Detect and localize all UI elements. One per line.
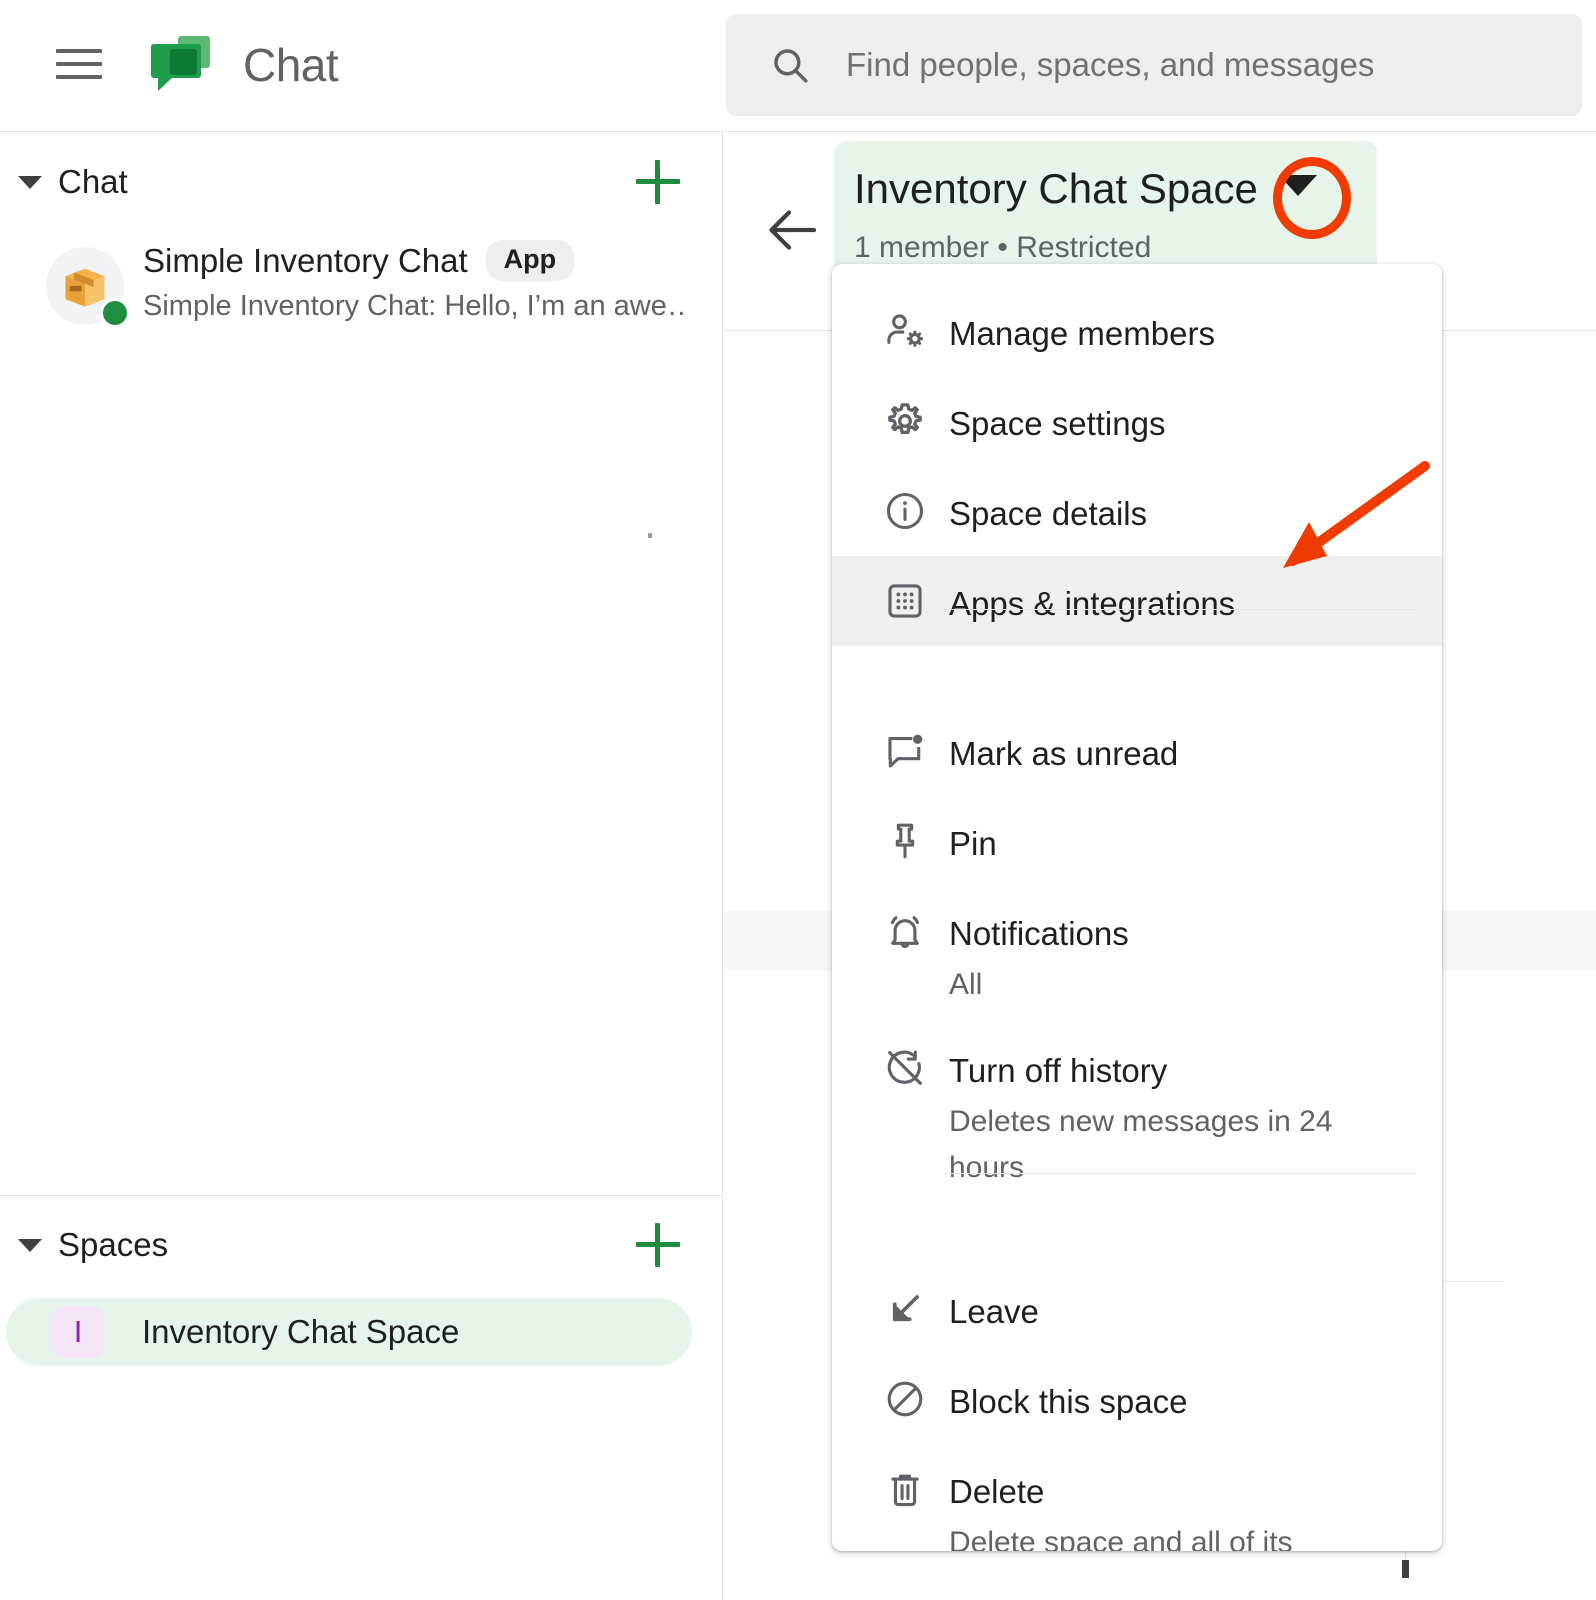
list-item-snippet: Simple Inventory Chat: Hello, I’m an awe… — [143, 290, 688, 323]
sidebar-divider — [0, 1195, 722, 1196]
space-options-menu: Manage members Space settings Space deta… — [832, 264, 1442, 1551]
background-glyph — [1402, 1560, 1409, 1578]
app-title: Chat — [243, 38, 338, 92]
block-circle-icon — [881, 1375, 929, 1423]
chevron-down-icon[interactable] — [1279, 175, 1317, 196]
menu-item-mark-as-unread[interactable]: Mark as unread — [832, 706, 1442, 796]
new-chat-plus-icon[interactable] — [636, 160, 680, 204]
menu-item-sublabel: All — [949, 962, 1349, 1008]
list-item-name: Simple Inventory Chat — [143, 242, 468, 280]
search-bar[interactable] — [726, 14, 1582, 116]
hamburger-menu-icon[interactable] — [56, 44, 104, 84]
sidebar-speck — [648, 533, 652, 538]
menu-item-label: Turn off history — [949, 1052, 1167, 1090]
space-avatar: I — [52, 1306, 104, 1358]
app-badge: App — [486, 240, 574, 281]
menu-item-label: Notifications — [949, 915, 1129, 953]
menu-item-label: Leave — [949, 1293, 1039, 1331]
space-header-chip[interactable]: Inventory Chat Space 1 member • Restrict… — [834, 141, 1377, 280]
menu-item-label: Space settings — [949, 405, 1165, 443]
menu-item-apps-and-integrations[interactable]: Apps & integrations — [832, 556, 1442, 646]
menu-item-space-details[interactable]: Space details — [832, 466, 1442, 556]
search-input[interactable] — [846, 14, 1566, 116]
leave-arrow-icon — [881, 1285, 929, 1333]
menu-item-label: Block this space — [949, 1383, 1187, 1421]
sidebar: Chat Simple Inventory Chat App Simple In… — [0, 131, 723, 1600]
menu-item-notifications[interactable]: Notifications All — [832, 886, 1442, 1023]
manage-members-icon — [881, 307, 929, 355]
menu-item-label: Space details — [949, 495, 1147, 533]
list-item-title-row: Simple Inventory Chat App — [143, 240, 574, 281]
menu-divider — [944, 1173, 1416, 1174]
menu-item-sublabel: Deletes new messages in 24 hours — [949, 1099, 1349, 1191]
menu-item-block-this-space[interactable]: Block this space — [832, 1354, 1442, 1444]
menu-item-delete[interactable]: Delete Delete space and all of its conte… — [832, 1444, 1442, 1551]
page-title: Inventory Chat Space — [854, 165, 1258, 213]
menu-item-sublabel: Delete space and all of its contents for… — [949, 1520, 1349, 1551]
sidebar-item-label: Inventory Chat Space — [142, 1313, 459, 1351]
bell-icon — [881, 907, 929, 955]
info-circle-icon — [881, 487, 929, 535]
sidebar-section-spaces-label: Spaces — [58, 1226, 168, 1264]
search-icon — [769, 44, 811, 86]
menu-item-label: Pin — [949, 825, 997, 863]
sidebar-item-inventory-chat-space[interactable]: I Inventory Chat Space — [6, 1298, 692, 1366]
sidebar-section-chat-label: Chat — [58, 163, 128, 201]
new-space-plus-icon[interactable] — [636, 1223, 680, 1267]
top-bar: Chat — [0, 0, 1596, 131]
apps-grid-icon — [881, 577, 929, 625]
sidebar-section-spaces: Spaces — [0, 1209, 722, 1281]
sidebar-section-chat: Chat — [0, 146, 722, 218]
back-arrow-icon[interactable] — [764, 200, 824, 260]
list-item[interactable]: Simple Inventory Chat App Simple Invento… — [0, 232, 722, 342]
caret-down-icon[interactable] — [18, 176, 42, 189]
gear-icon — [881, 397, 929, 445]
space-header-subtitle: 1 member • Restricted — [854, 231, 1151, 265]
pin-icon — [881, 817, 929, 865]
history-off-icon — [881, 1044, 929, 1092]
menu-item-pin[interactable]: Pin — [832, 796, 1442, 886]
menu-item-turn-off-history[interactable]: Turn off history Deletes new messages in… — [832, 1023, 1442, 1207]
menu-item-space-settings[interactable]: Space settings — [832, 376, 1442, 466]
menu-item-leave[interactable]: Leave — [832, 1264, 1442, 1354]
google-chat-logo-icon — [148, 32, 214, 98]
online-presence-dot — [100, 298, 130, 328]
trash-icon — [881, 1465, 929, 1513]
menu-item-label: Mark as unread — [949, 735, 1178, 773]
menu-divider — [944, 609, 1416, 610]
menu-item-label: Manage members — [949, 315, 1215, 353]
menu-item-label: Apps & integrations — [949, 585, 1235, 623]
caret-down-icon[interactable] — [18, 1239, 42, 1252]
mark-unread-icon — [881, 727, 929, 775]
google-chat-window: Chat Chat — [0, 0, 1596, 1600]
menu-item-manage-members[interactable]: Manage members — [832, 286, 1442, 376]
menu-item-label: Delete — [949, 1473, 1044, 1511]
